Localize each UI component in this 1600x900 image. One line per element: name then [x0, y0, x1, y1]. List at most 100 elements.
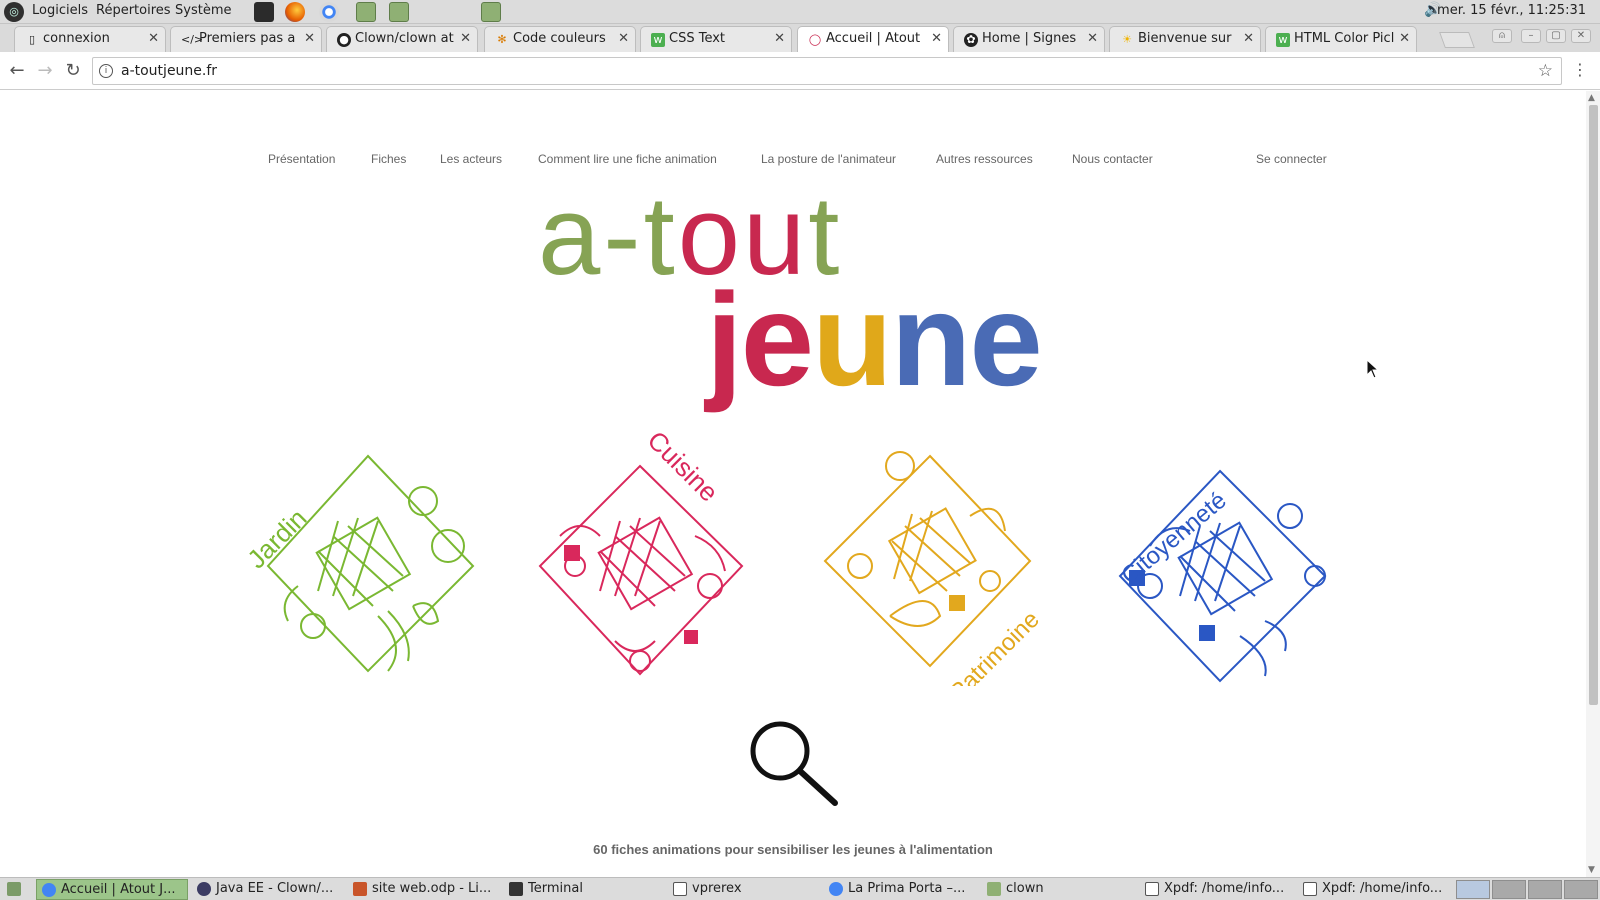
firefox-launcher-icon[interactable] [285, 2, 305, 22]
taskbar-item-vprerex[interactable]: vprerex [668, 879, 818, 900]
taskbar-label: Xpdf: /home/info... [1322, 881, 1443, 896]
theme-patrimoine[interactable]: Patrimoine [820, 426, 1060, 706]
taskbar-label: clown [1006, 881, 1044, 896]
folder-icon [987, 882, 1001, 896]
browser-menu-icon[interactable]: ⋮ [1572, 60, 1588, 79]
menu-systeme[interactable]: Système [175, 3, 231, 18]
desktop-icon [7, 882, 21, 896]
show-desktop-icon[interactable] [2, 879, 32, 900]
page-scrollbar[interactable]: ▲ ▼ [1586, 91, 1600, 877]
folder-launcher-icon[interactable] [356, 2, 376, 22]
url-text[interactable]: a-toutjeune.fr [121, 63, 217, 79]
signes-icon: ✿ [964, 33, 978, 47]
theme-citoyennete[interactable]: Citoyenneté [1090, 426, 1330, 686]
theme-cuisine[interactable]: Cuisine [520, 425, 760, 686]
forward-icon[interactable]: → [34, 60, 56, 81]
minimize-icon[interactable]: – [1521, 29, 1541, 43]
mouse-cursor-icon [1366, 359, 1380, 379]
tab-premiers-pas[interactable]: </> Premiers pas a ✕ [170, 26, 322, 52]
files-launcher-icon[interactable] [481, 2, 501, 22]
nav-comment-lire[interactable]: Comment lire une fiche animation [538, 152, 717, 166]
close-icon[interactable]: ✕ [1087, 31, 1098, 46]
taskbar-label: vprerex [692, 881, 742, 896]
page-viewport: Présentation Fiches Les acteurs Comment … [0, 91, 1586, 877]
site-info-icon[interactable]: i [99, 64, 113, 78]
workspace-2[interactable] [1492, 880, 1526, 899]
site-logo-bottom[interactable]: jeune [706, 274, 1043, 406]
scroll-up-icon[interactable]: ▲ [1588, 93, 1595, 103]
terminal-launcher-icon[interactable] [254, 2, 274, 22]
address-bar[interactable]: i a-toutjeune.fr ☆ [92, 57, 1562, 85]
nav-presentation[interactable]: Présentation [268, 152, 335, 166]
taskbar-label: site web.odp - Li... [372, 881, 492, 896]
tab-strip: ▯ connexion ✕ </> Premiers pas a ✕ ● Clo… [0, 24, 1600, 52]
window-close-icon[interactable]: ✕ [1571, 29, 1591, 43]
tab-accueil-atout[interactable]: ◯ Accueil | Atout ✕ [797, 26, 949, 52]
nav-nous-contacter[interactable]: Nous contacter [1072, 152, 1153, 166]
tab-label: Clown/clown at [355, 31, 454, 46]
maximize-icon[interactable]: ▢ [1546, 29, 1566, 43]
tab-connexion[interactable]: ▯ connexion ✕ [14, 26, 166, 52]
menu-logiciels[interactable]: Logiciels [32, 3, 88, 18]
close-icon[interactable]: ✕ [1399, 31, 1410, 46]
tab-home-signes[interactable]: ✿ Home | Signes ✕ [953, 26, 1105, 52]
distro-logo-icon[interactable]: ◎ [4, 2, 24, 22]
nav-fiches[interactable]: Fiches [371, 152, 406, 166]
search-magnifier-icon[interactable] [745, 719, 841, 809]
new-tab-button[interactable] [1439, 32, 1475, 48]
workspace-4[interactable] [1564, 880, 1598, 899]
taskbar-item-terminal[interactable]: Terminal [504, 879, 654, 900]
back-icon[interactable]: ← [6, 60, 28, 81]
tab-label: CSS Text [669, 31, 726, 46]
workspace-3[interactable] [1528, 880, 1562, 899]
close-icon[interactable]: ✕ [618, 31, 629, 46]
menu-repertoires[interactable]: Répertoires [96, 3, 171, 18]
scrollbar-thumb[interactable] [1589, 105, 1598, 705]
tagline: 60 fiches animations pour sensibiliser l… [593, 842, 993, 857]
w3-icon: w [651, 33, 665, 47]
profile-icon[interactable]: ⍝ [1492, 29, 1512, 43]
garden-illustration-icon: Jardin [241, 454, 475, 673]
tab-html-color-picker[interactable]: w HTML Color Picl ✕ [1265, 26, 1417, 52]
taskbar-item-clown[interactable]: clown [982, 879, 1122, 900]
bookmark-star-icon[interactable]: ☆ [1538, 61, 1553, 81]
theme-label: Patrimoine [945, 606, 1045, 686]
code-icon: </> [181, 33, 204, 46]
citizenship-illustration-icon: Citoyenneté [1116, 469, 1327, 683]
taskbar-label: Accueil | Atout J... [61, 882, 176, 897]
clock[interactable]: mer. 15 févr., 11:25:31 [1437, 3, 1586, 18]
tab-label: HTML Color Picl [1294, 31, 1395, 46]
tab-css-text[interactable]: w CSS Text ✕ [640, 26, 792, 52]
github-icon: ● [337, 33, 351, 47]
nav-autres-ressources[interactable]: Autres ressources [936, 152, 1033, 166]
tab-github[interactable]: ● Clown/clown at ✕ [326, 26, 478, 52]
workspace-1[interactable] [1456, 880, 1490, 899]
nav-posture-animateur[interactable]: La posture de l'animateur [761, 152, 896, 166]
logo-letters: u [812, 266, 893, 413]
taskbar-item-prima-porta[interactable]: La Prima Porta –... [824, 879, 974, 900]
w3-icon: w [1276, 33, 1290, 47]
close-icon[interactable]: ✕ [148, 31, 159, 46]
taskbar-item-java-ee[interactable]: Java EE - Clown/... [192, 879, 342, 900]
taskbar-item-accueil[interactable]: Accueil | Atout J... [36, 879, 188, 900]
taskbar-item-xpdf-2[interactable]: Xpdf: /home/info... [1298, 879, 1448, 900]
close-icon[interactable]: ✕ [304, 31, 315, 46]
system-top-panel: ◎ Logiciels Répertoires Système 🔊 mer. 1… [0, 0, 1600, 24]
close-icon[interactable]: ✕ [1243, 31, 1254, 46]
window-icon [1145, 882, 1159, 896]
theme-jardin[interactable]: Jardin [238, 426, 478, 686]
reload-icon[interactable]: ↻ [62, 60, 84, 81]
screenshot-launcher-icon[interactable] [389, 2, 409, 22]
close-icon[interactable]: ✕ [931, 31, 942, 46]
tab-bienvenue[interactable]: ☀ Bienvenue sur ✕ [1109, 26, 1261, 52]
nav-acteurs[interactable]: Les acteurs [440, 152, 502, 166]
taskbar-item-xpdf-1[interactable]: Xpdf: /home/info... [1140, 879, 1288, 900]
close-icon[interactable]: ✕ [774, 31, 785, 46]
color-icon: ✻ [497, 33, 507, 46]
tab-code-couleurs[interactable]: ✻ Code couleurs ✕ [484, 26, 636, 52]
scroll-down-icon[interactable]: ▼ [1588, 865, 1595, 875]
nav-se-connecter[interactable]: Se connecter [1256, 152, 1327, 166]
taskbar-item-site-web[interactable]: site web.odp - Li... [348, 879, 498, 900]
chrome-launcher-icon[interactable] [319, 2, 339, 22]
close-icon[interactable]: ✕ [460, 31, 471, 46]
